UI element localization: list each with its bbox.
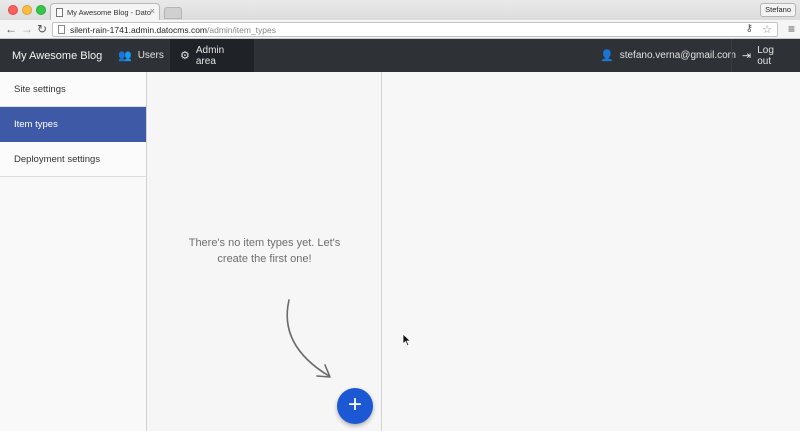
url-path: /admin/item_types	[207, 25, 276, 35]
empty-state-message: There's no item types yet. Let's create …	[177, 235, 352, 267]
nav-users-label: Users	[137, 50, 164, 61]
sidebar-item-deployment-settings[interactable]: Deployment settings	[0, 142, 146, 177]
user-email: stefano.verna@gmail.com	[619, 50, 737, 61]
item-types-list: There's no item types yet. Let's create …	[147, 72, 382, 431]
browser-tab[interactable]: My Awesome Blog - Dato ×	[50, 3, 160, 20]
window-close-icon[interactable]	[8, 5, 18, 15]
window-zoom-icon[interactable]	[36, 5, 46, 15]
nav-admin-label: Admin area	[195, 44, 225, 67]
page-icon	[56, 8, 63, 17]
window-minimize-icon[interactable]	[22, 5, 32, 15]
user-icon: 👤	[600, 50, 614, 62]
logout-icon: ⇥	[742, 50, 752, 62]
brand-title[interactable]: My Awesome Blog	[12, 50, 102, 62]
key-icon[interactable]: ⚷	[746, 23, 753, 34]
current-user[interactable]: 👤 stefano.verna@gmail.com	[590, 39, 746, 72]
hint-arrow-icon	[286, 299, 331, 378]
bookmark-star-icon[interactable]: ☆	[762, 23, 772, 36]
empty-state-line-1: There's no item types yet. Let's	[188, 237, 341, 249]
users-icon: 👥	[118, 50, 132, 62]
browser-menu-icon[interactable]: ≡	[788, 22, 795, 36]
reload-icon[interactable]: ↻	[37, 22, 47, 36]
mouse-cursor-icon	[402, 333, 412, 347]
gear-icon: ⚙	[180, 50, 190, 62]
address-bar[interactable]: silent-rain-1741.admin.datocms.com/admin…	[52, 22, 778, 37]
page-icon	[58, 25, 65, 34]
profile-button[interactable]: Stefano	[760, 3, 796, 17]
new-tab-button[interactable]	[164, 7, 182, 19]
add-item-type-button[interactable]: +	[337, 388, 373, 424]
detail-panel	[382, 72, 800, 431]
logout-button[interactable]: ⇥ Log out	[731, 39, 800, 72]
app-header: My Awesome Blog 👥 Users ⚙ Admin area 👤 s…	[0, 39, 800, 72]
forward-icon[interactable]: →	[21, 22, 33, 36]
url-host: silent-rain-1741.admin.datocms.com	[70, 25, 208, 35]
sidebar: Site settings Item types Deployment sett…	[0, 72, 147, 431]
back-icon[interactable]: ←	[5, 22, 17, 36]
browser-toolbar: ← → ↻ silent-rain-1741.admin.datocms.com…	[0, 20, 800, 39]
nav-users[interactable]: 👥 Users	[108, 39, 174, 72]
tab-title: My Awesome Blog - Dato	[67, 8, 152, 17]
empty-state-line-2: create the first one!	[217, 253, 312, 265]
sidebar-item-item-types[interactable]: Item types	[0, 107, 146, 142]
sidebar-item-site-settings[interactable]: Site settings	[0, 72, 146, 107]
logout-label: Log out	[757, 44, 774, 67]
browser-title-bar: My Awesome Blog - Dato × Stefano	[0, 0, 800, 20]
tab-close-icon[interactable]: ×	[150, 6, 155, 16]
nav-admin-area[interactable]: ⚙ Admin area	[170, 39, 254, 72]
